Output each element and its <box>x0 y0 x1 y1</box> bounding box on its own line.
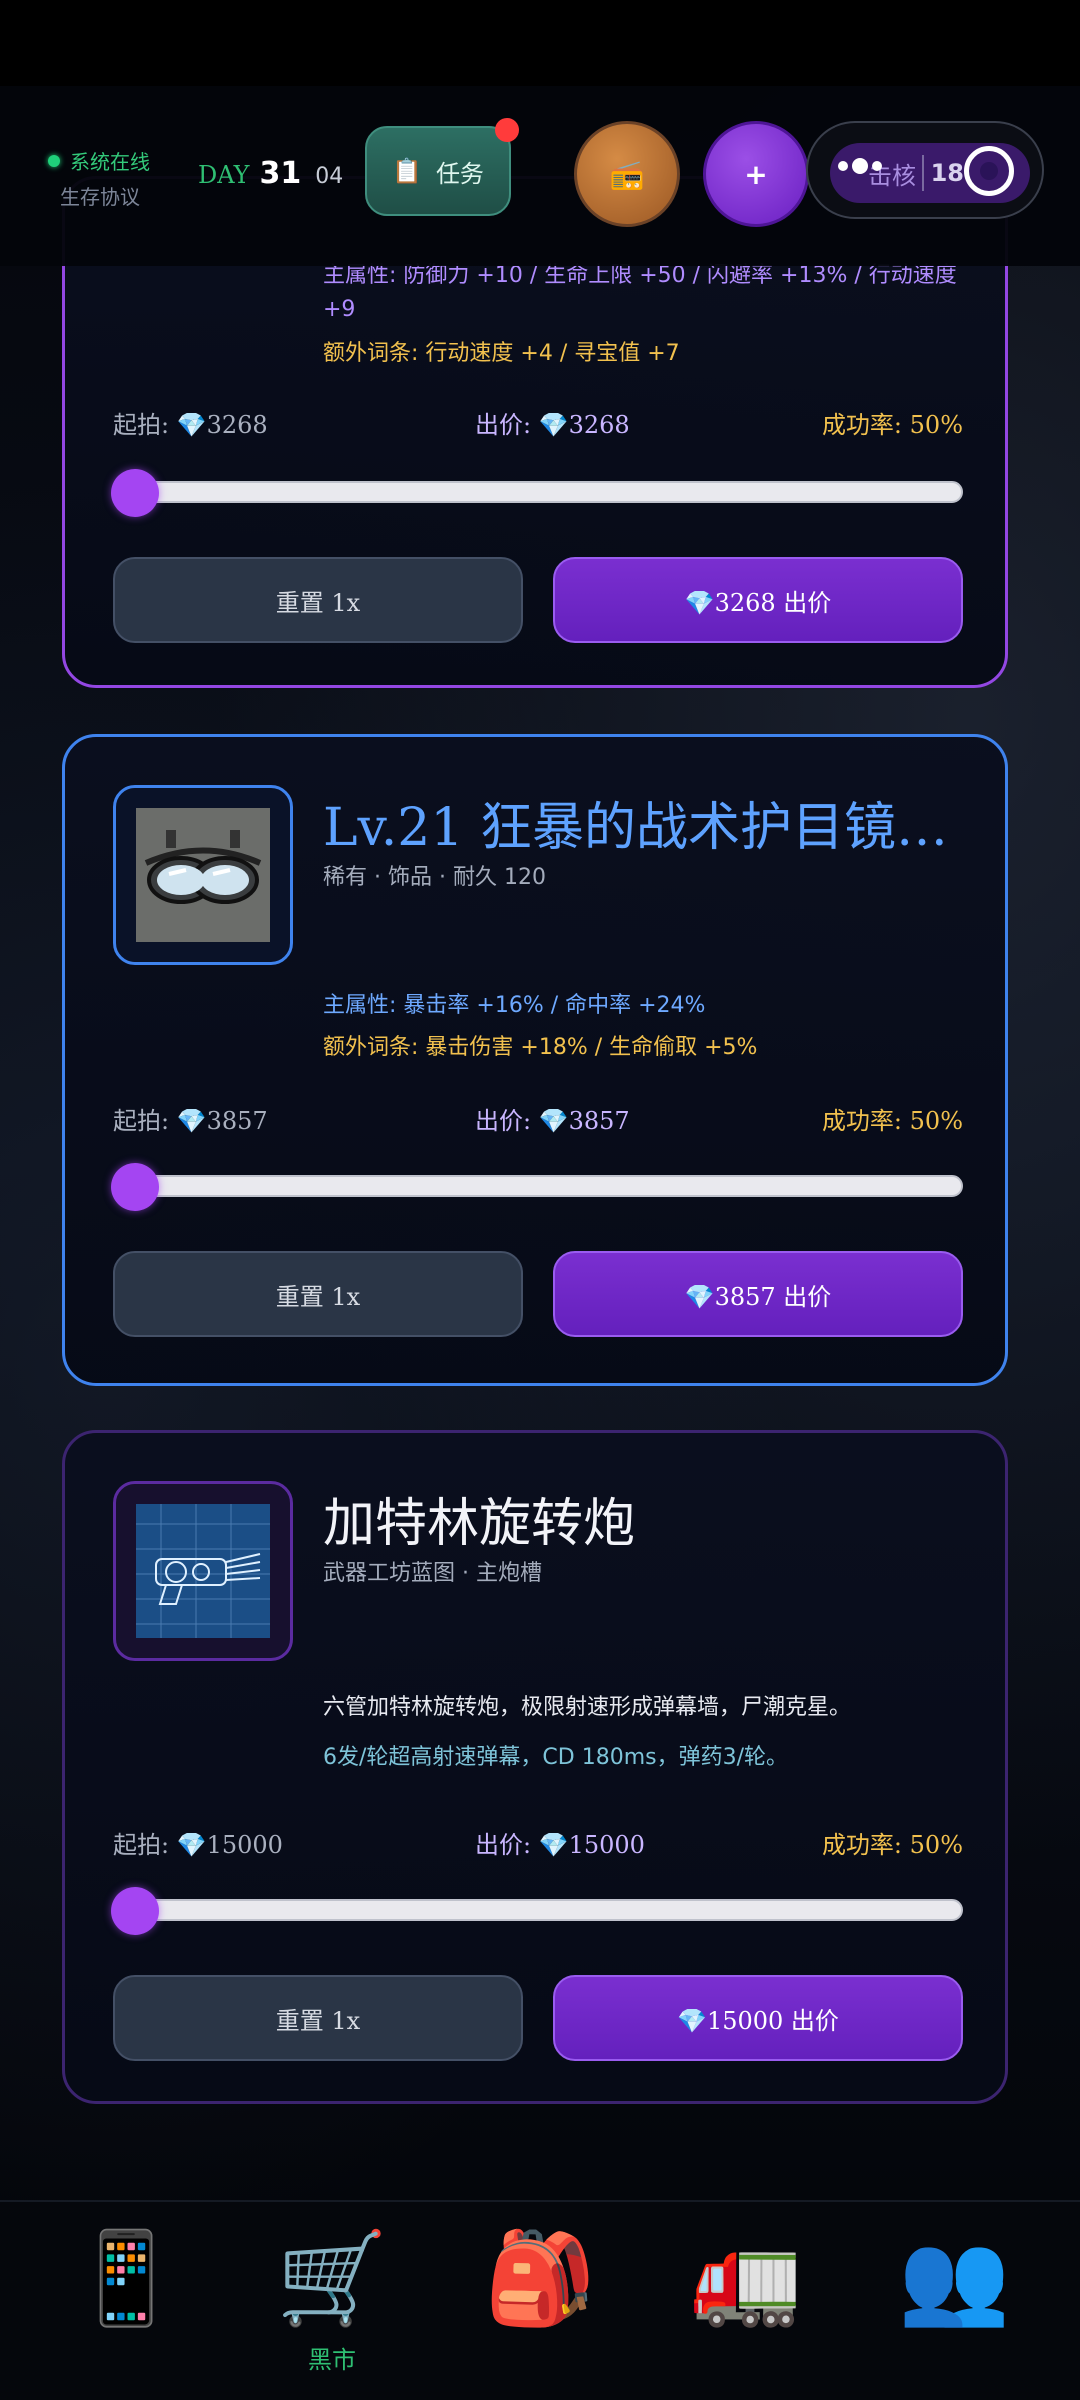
mini-program-capsule: 击核 18 <box>806 121 1044 219</box>
card1-slider-knob[interactable] <box>111 469 159 517</box>
day-counter: DAY 31 04 <box>198 156 343 191</box>
bottom-nav: 📱 🛒 黑市 🎒 🚛 👥 <box>0 2200 1080 2400</box>
card2-reset-button[interactable]: 重置 1x <box>113 1251 523 1337</box>
card1-start-price: 起拍: 💎3268 <box>113 411 268 439</box>
nav-item-phone[interactable]: 📱 <box>56 2224 196 2384</box>
nav-item-truck[interactable]: 🚛 <box>676 2224 816 2384</box>
radio-button[interactable]: 📻 <box>574 121 680 227</box>
card2-bid-button[interactable]: 💎3857 出价 <box>553 1251 963 1337</box>
card1-bid-button[interactable]: 💎3268 出价 <box>553 557 963 643</box>
card1-extra-attributes: 额外词条: 行动速度 +4 / 寻宝值 +7 <box>323 341 680 366</box>
card2-main-attributes: 主属性: 暴击率 +16% / 命中率 +24% <box>323 993 706 1018</box>
capsule-number: 18 <box>930 159 964 187</box>
card2-bid-price: 出价: 💎3857 <box>475 1107 630 1135</box>
top-header: 系统在线 生存协议 DAY 31 04 📋 任务 📻 + 击核 18 <box>0 86 1080 266</box>
card2-subtitle: 稀有 · 饰品 · 耐久 120 <box>323 865 546 890</box>
plus-button[interactable]: + <box>703 121 809 227</box>
cart-icon: 🛒 <box>275 2226 389 2331</box>
card2-extra-attributes: 额外词条: 暴击伤害 +18% / 生命偷取 +5% <box>323 1035 758 1060</box>
card3-bid-button[interactable]: 💎15000 出价 <box>553 1975 963 2061</box>
card3-title: 加特林旋转炮 <box>323 1494 636 1554</box>
notification-badge <box>495 118 519 142</box>
card1-success-rate: 成功率: 50% <box>821 411 963 439</box>
card1-main-attributes: 主属性: 防御力 +10 / 生命上限 +50 / 闪避率 +13% / 行动速… <box>323 263 957 322</box>
card3-spec: 6发/轮超高射速弹幕，CD 180ms，弹药3/轮。 <box>323 1745 788 1770</box>
card2-title: Lv.21 狂暴的战术护目镜… <box>323 798 948 858</box>
card3-bid-price: 出价: 💎15000 <box>475 1831 645 1859</box>
card3-start-price: 起拍: 💎15000 <box>113 1831 283 1859</box>
card1-bid-slider[interactable] <box>111 469 963 517</box>
online-dot-icon <box>48 154 60 167</box>
plus-icon: + <box>744 157 768 191</box>
people-icon: 👥 <box>897 2226 1011 2331</box>
card3-slider-knob[interactable] <box>111 1887 159 1935</box>
card1-reset-button[interactable]: 重置 1x <box>113 557 523 643</box>
nav-item-backpack[interactable]: 🎒 <box>470 2224 610 2384</box>
card2-slider-knob[interactable] <box>111 1163 159 1211</box>
status-bar <box>0 0 1080 86</box>
auction-card-3: 加特林旋转炮 武器工坊蓝图 · 主炮槽 六管加特林旋转炮，极限射速形成弹幕墙，尸… <box>62 1430 1008 2104</box>
card3-description: 六管加特林旋转炮，极限射速形成弹幕墙，尸潮克星。 <box>323 1695 852 1720</box>
card3-thumbnail[interactable] <box>113 1481 293 1661</box>
card2-thumbnail[interactable] <box>113 785 293 965</box>
day-sub: 04 <box>315 164 344 189</box>
status-online-text: 系统在线 <box>70 150 150 174</box>
task-label: 任务 <box>435 159 484 188</box>
nav-item-black-market[interactable]: 🛒 黑市 <box>262 2224 402 2384</box>
day-number: 31 <box>259 156 302 191</box>
system-status: 系统在线 生存协议 <box>48 146 150 210</box>
phone-icon: 📱 <box>69 2226 183 2331</box>
card3-subtitle: 武器工坊蓝图 · 主炮槽 <box>323 1561 542 1586</box>
status-protocol-text: 生存协议 <box>60 185 140 209</box>
gatling-blueprint-icon <box>136 1504 270 1638</box>
more-dots-icon[interactable] <box>838 158 882 174</box>
radio-icon: 📻 <box>609 157 645 191</box>
goggles-icon <box>136 808 270 942</box>
card3-bid-slider[interactable] <box>111 1887 963 1935</box>
card2-bid-slider[interactable] <box>111 1163 963 1211</box>
card2-success-rate: 成功率: 50% <box>821 1107 963 1135</box>
card2-start-price: 起拍: 💎3857 <box>113 1107 268 1135</box>
card1-bid-price: 出价: 💎3268 <box>475 411 630 439</box>
card3-success-rate: 成功率: 50% <box>821 1831 963 1859</box>
nav-label-black-market: 黑市 <box>308 2346 356 2374</box>
task-button[interactable]: 📋 任务 <box>365 118 519 216</box>
day-label: DAY <box>198 161 250 189</box>
auction-card-2: Lv.21 狂暴的战术护目镜… 稀有 · 饰品 · 耐久 120 主属性: 暴击… <box>62 734 1008 1386</box>
clipboard-icon: 📋 <box>392 157 422 185</box>
card3-reset-button[interactable]: 重置 1x <box>113 1975 523 2061</box>
backpack-icon: 🎒 <box>483 2226 597 2331</box>
nav-item-team[interactable]: 👥 <box>884 2224 1024 2384</box>
truck-icon: 🚛 <box>689 2226 803 2331</box>
close-target-icon[interactable] <box>964 146 1014 196</box>
